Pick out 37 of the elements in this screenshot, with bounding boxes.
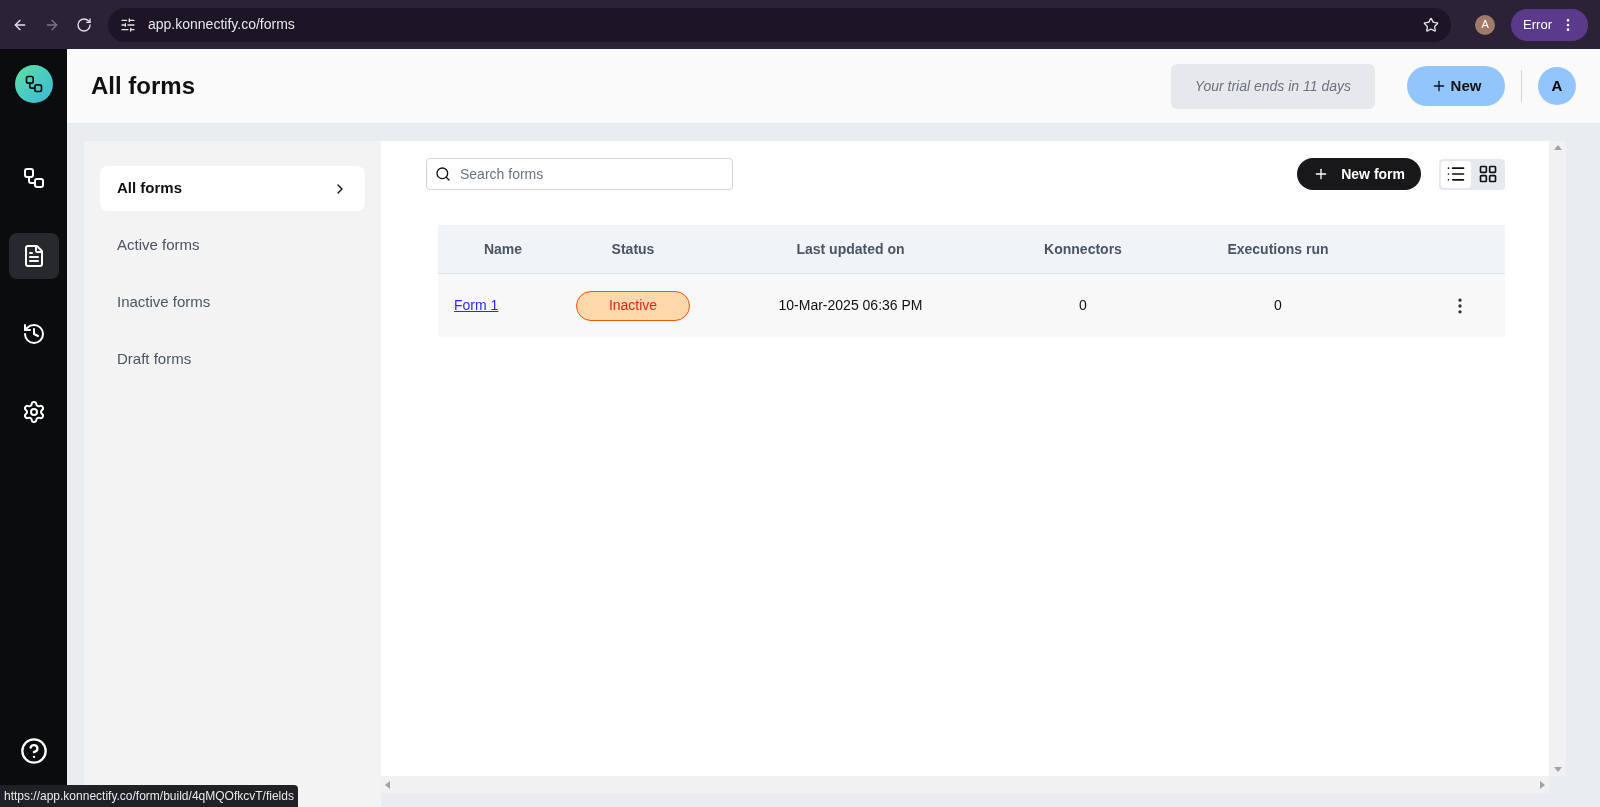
status-badge: Inactive [576, 290, 690, 321]
site-info-icon[interactable] [120, 16, 136, 33]
new-form-button[interactable]: New form [1297, 158, 1421, 190]
user-avatar[interactable]: A [1538, 67, 1576, 105]
grid-icon [1478, 164, 1498, 184]
rail-item[interactable] [8, 233, 59, 279]
settings-icon [21, 400, 46, 424]
filter-item[interactable]: All forms [100, 166, 365, 211]
bookmark-icon[interactable] [1423, 16, 1440, 33]
list-icon [1446, 164, 1466, 184]
address-bar[interactable]: app.konnectify.co/forms [108, 7, 1452, 42]
column-header: Executions run [1227, 239, 1329, 259]
filter-item[interactable]: Draft forms [100, 337, 365, 382]
table-cell-text: 0 [1274, 296, 1282, 315]
app-logo[interactable] [14, 65, 53, 103]
profile-avatar[interactable]: A [1475, 14, 1496, 35]
column-header: Status [611, 239, 655, 259]
filter-item[interactable]: Inactive forms [100, 280, 365, 325]
table-cell-text: 10-Mar-2025 06:36 PM [778, 296, 923, 315]
table-cell-text: 0 [1079, 296, 1087, 315]
column-header: Last updated on [796, 239, 905, 259]
search-icon [435, 166, 451, 182]
filter-item[interactable]: Active forms [100, 223, 365, 268]
form-link[interactable]: Form 1 [454, 295, 499, 316]
column-header: Konnectors [1044, 239, 1122, 259]
search-field[interactable]: Search forms [426, 158, 733, 190]
list-view-button[interactable] [1441, 160, 1471, 188]
reload-icon[interactable] [76, 16, 92, 33]
error-button[interactable]: Error [1511, 8, 1588, 41]
new-button[interactable]: New [1407, 66, 1505, 106]
link-preview: https://app.konnectify.co/form/build/4qMQOfkcvT/fields [0, 785, 298, 807]
trial-notice: Your trial ends in 11 days [1170, 63, 1375, 109]
help-icon[interactable] [19, 737, 48, 765]
page-title: All forms [91, 71, 196, 101]
history-icon [21, 322, 46, 346]
column-header: Name [483, 239, 523, 259]
url-text: app.konnectify.co/forms [148, 15, 296, 34]
